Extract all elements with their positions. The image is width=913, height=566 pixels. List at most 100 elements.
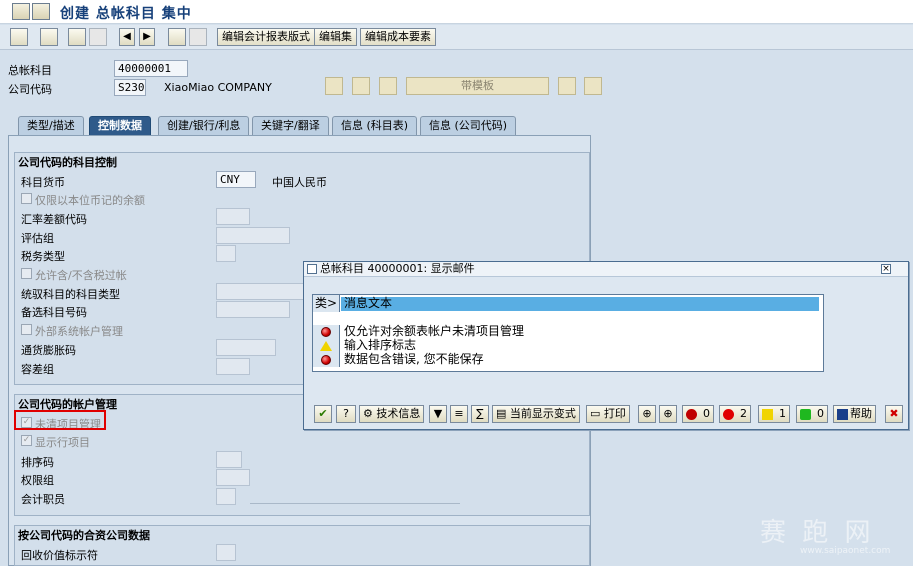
tab-create-bank-interest[interactable]: 创建/银行/利息 [158, 116, 250, 135]
message-header: 类> 消息文本 [313, 295, 823, 312]
page-title: 创建 总帐科目 集中 [60, 6, 192, 22]
watermark-url: www.saipaonet.com [800, 546, 891, 556]
filter-icon[interactable]: ▼ [429, 405, 447, 423]
tech-info-button[interactable]: ⚙ 技术信息 [359, 405, 425, 423]
posting-without-tax-checkbox[interactable] [21, 268, 32, 279]
error-filter-button[interactable]: 2 [719, 405, 751, 423]
dialog-button-bar: ✔ ? ⚙ 技术信息 ▼ ≡ ∑ ▤ 当前显示变式 ▭ 打印 ⊕ ⊕ 0 2 1… [309, 405, 907, 424]
trash-icon [584, 77, 602, 95]
find-next-icon[interactable]: ⊕ [659, 405, 677, 423]
alt-account-label: 备选科目号码 [21, 306, 87, 319]
find-icon[interactable]: ⊕ [638, 405, 656, 423]
link-icon[interactable] [68, 28, 86, 46]
subtotal-icon[interactable]: ∑ [471, 405, 489, 423]
layout-icon[interactable] [168, 28, 186, 46]
group-joint-venture: 按公司代码的合资公司数据 [14, 525, 590, 566]
recon-account-type-field[interactable] [216, 283, 306, 300]
column-type[interactable]: 类> [313, 295, 340, 312]
fx-diff-key-field[interactable] [216, 208, 250, 225]
edit-set-button[interactable]: 编辑集 [314, 28, 357, 46]
help-question-icon[interactable]: ? [336, 405, 356, 423]
valuation-group-label: 评估组 [21, 232, 54, 245]
error-icon [321, 355, 331, 365]
warning-icon [320, 341, 332, 351]
screen-icon[interactable] [32, 3, 50, 20]
tab-control-data[interactable]: 控制数据 [89, 116, 151, 135]
cancel-button[interactable]: ✖ [885, 405, 903, 423]
error-icon [321, 327, 331, 337]
print-button[interactable]: ▭ 打印 [586, 405, 630, 423]
tax-category-field[interactable] [216, 245, 236, 262]
external-mgmt-label: 外部系统帐户管理 [35, 325, 123, 338]
display-change-icon[interactable] [40, 28, 58, 46]
error-icon [723, 408, 734, 420]
column-message-text[interactable]: 消息文本 [341, 297, 819, 311]
success-icon [800, 408, 811, 420]
accounting-clerk-label: 会计职员 [21, 493, 65, 506]
recovery-indicator-field[interactable] [216, 544, 236, 561]
company-code-label: 公司代码 [8, 83, 52, 96]
sort-icon[interactable]: ≡ [450, 405, 468, 423]
line-item-display-checkbox[interactable]: ✓ [21, 435, 32, 446]
print-icon: ▭ [590, 407, 601, 420]
inflation-key-label: 通货膨胀码 [21, 344, 76, 357]
currency-field[interactable]: CNY [216, 171, 256, 188]
alt-account-field[interactable] [216, 301, 290, 318]
warning-icon [762, 408, 773, 420]
application-toolbar: ◀ ▶ 编辑会计报表版式 编辑集 编辑成本要素 [0, 25, 913, 50]
valuation-group-field[interactable] [216, 227, 290, 244]
message-row[interactable]: 数据包含错误, 您不能保存 [313, 353, 823, 367]
highlight-box [14, 410, 106, 430]
recon-account-type-label: 统驭科目的科目类型 [21, 288, 120, 301]
info-icon [837, 408, 848, 420]
watermark: 赛 跑 网 [760, 518, 875, 548]
tab-info-company[interactable]: 信息 (公司代码) [420, 116, 517, 135]
sort-key-label: 排序码 [21, 456, 54, 469]
next-arrow-icon[interactable]: ▶ [139, 28, 155, 46]
document-icon [189, 28, 207, 46]
edit-pencil-icon [352, 77, 370, 95]
dialog-title: 总帐科目 40000001: 显示邮件 [320, 262, 475, 275]
only-local-currency-checkbox[interactable] [21, 193, 32, 204]
template-button: 带模板 [406, 77, 549, 95]
auth-group-field[interactable] [216, 469, 250, 486]
create-icon[interactable] [10, 28, 28, 46]
stop-filter-button[interactable]: 0 [682, 405, 714, 423]
current-variant-button[interactable]: ▤ 当前显示变式 [492, 405, 580, 423]
warning-filter-button[interactable]: 1 [758, 405, 790, 423]
tab-info-chart[interactable]: 信息 (科目表) [332, 116, 418, 135]
edit-report-layout-button[interactable]: 编辑会计报表版式 [217, 28, 315, 46]
edit-cost-element-button[interactable]: 编辑成本要素 [360, 28, 436, 46]
confirm-button[interactable]: ✔ [314, 405, 332, 423]
gl-account-field[interactable]: 40000001 [114, 60, 188, 77]
inflation-key-field[interactable] [216, 339, 276, 356]
company-code-field[interactable]: S230 [114, 79, 146, 96]
tolerance-group-label: 容差组 [21, 363, 54, 376]
message-row[interactable]: 仅允许对余额表帐户未清项目管理 [313, 325, 823, 339]
sort-key-field[interactable] [216, 451, 242, 468]
company-name: XiaoMiao COMPANY [164, 81, 272, 94]
message-dialog: 总帐科目 40000001: 显示邮件 × 类> 消息文本 仅允许对余额表帐户未… [303, 261, 909, 430]
dialog-title-bar: 总帐科目 40000001: 显示邮件 × [304, 262, 908, 277]
variant-icon: ▤ [496, 407, 507, 420]
currency-label: 科目货币 [21, 176, 65, 189]
stop-icon [686, 408, 697, 420]
fx-diff-key-label: 汇率差额代码 [21, 213, 87, 226]
template-button-label: 带模板 [461, 79, 494, 92]
prev-arrow-icon[interactable]: ◀ [119, 28, 135, 46]
back-icon [325, 77, 343, 95]
tax-category-label: 税务类型 [21, 250, 65, 263]
tab-type-description[interactable]: 类型/描述 [18, 116, 84, 135]
dialog-window-icon [307, 264, 317, 274]
menu-icon[interactable] [12, 3, 30, 20]
external-mgmt-checkbox[interactable] [21, 324, 32, 335]
message-row[interactable]: 输入排序标志 [313, 339, 823, 353]
gl-account-label: 总帐科目 [8, 64, 52, 77]
success-filter-button[interactable]: 0 [796, 405, 828, 423]
tab-keyword-translation[interactable]: 关键字/翻译 [252, 116, 329, 135]
tolerance-group-field[interactable] [216, 358, 250, 375]
help-button[interactable]: 帮助 [833, 405, 876, 423]
accounting-clerk-field[interactable] [216, 488, 236, 505]
close-icon[interactable]: × [881, 264, 891, 274]
lock-icon [558, 77, 576, 95]
